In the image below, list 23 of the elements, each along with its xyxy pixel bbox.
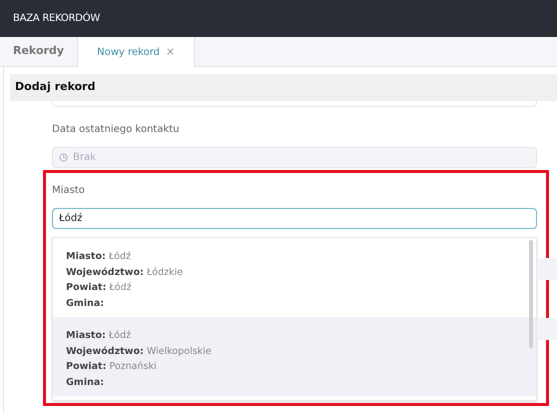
suggestion-text: Powiat: Łódź	[66, 281, 132, 295]
field-label: Miasto	[52, 184, 86, 198]
input-field[interactable]	[52, 101, 537, 107]
field-label: Data ostatniego kontaktu	[52, 122, 180, 136]
scrollbar-thumb[interactable]	[529, 240, 533, 348]
tab[interactable]: Nowy rekord ×	[76, 37, 195, 68]
app-title: BAZA REKORDÓW	[13, 11, 100, 26]
suggestion-text: Gmina:	[66, 296, 105, 310]
tab-label: Nowy rekord	[96, 46, 160, 60]
suggestion-text: Powiat: Poznański	[66, 360, 158, 374]
clock-icon	[59, 153, 68, 162]
input-field[interactable]: Łódź	[52, 208, 537, 229]
suggestion-text: Miasto: Łódź	[66, 329, 132, 343]
suggestion-item[interactable]: Miasto: Łódź Województwo: Wielkopolskie Powiat: Poznański Gmina:	[53, 317, 536, 396]
suggestion-text: Gmina:	[66, 376, 105, 390]
tab-label: Rekordy	[13, 43, 64, 60]
panel-title: Dodaj rekord	[15, 79, 96, 96]
suggestion-item[interactable]: Miasto: Łódź Województwo: Łódzkie Powiat: Łódź Gmina:	[53, 238, 536, 317]
tab[interactable]: Rekordy	[0, 37, 77, 66]
close-icon[interactable]: ×	[166, 44, 175, 61]
suggestion-text: Województwo: Wielkopolskie	[66, 344, 212, 358]
suggestion-text: Województwo: Łódzkie	[66, 266, 184, 280]
suggestion-text: Miasto: Łódź	[66, 250, 132, 264]
